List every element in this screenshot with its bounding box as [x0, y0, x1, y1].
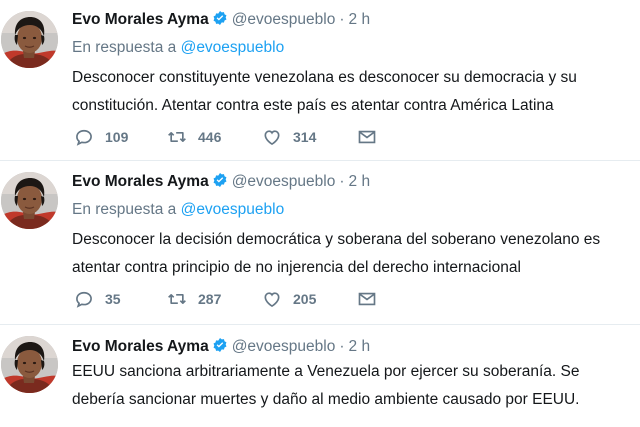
tweet[interactable]: Evo Morales Ayma @evoespueblo · 2 h EEUU sa… — [0, 324, 640, 427]
tweet-text-line: debería sancionar muertes y daño al medi… — [72, 391, 580, 408]
tweet-timestamp[interactable]: 2 h — [349, 173, 371, 190]
tweet-content: Evo Morales Ayma @evoespueblo · 2 h En resp… — [72, 171, 636, 282]
reply-context: En respuesta a @evoespueblo — [72, 37, 636, 59]
avatar[interactable] — [1, 336, 58, 393]
direct-message-button[interactable] — [357, 287, 388, 311]
direct-message-icon — [358, 292, 376, 306]
tweet-text-line: Desconocer constituyente venezolana es d… — [72, 69, 577, 86]
tweet-text-line: constitución. Atentar contra este país e… — [72, 97, 554, 114]
reply-count: 109 — [105, 129, 129, 145]
retweet-icon — [168, 294, 186, 304]
direct-message-icon — [358, 130, 376, 144]
tweet-timestamp[interactable]: 2 h — [349, 338, 371, 355]
separator-dot: · — [339, 173, 345, 190]
like-count: 205 — [293, 291, 317, 307]
tweet-text-line: EEUU sanciona arbitrariamente a Venezuel… — [72, 363, 580, 380]
tweet-header: Evo Morales Ayma @evoespueblo · 2 h — [72, 9, 636, 31]
author-name[interactable]: Evo Morales Ayma — [72, 173, 209, 190]
separator-dot: · — [339, 11, 345, 28]
tweet-text: Desconocer la decisión democrática y sob… — [72, 226, 636, 282]
tweet-timeline: Evo Morales Ayma @evoespueblo · 2 h En resp… — [0, 0, 640, 427]
reply-context: En respuesta a @evoespueblo — [72, 199, 636, 221]
author-handle[interactable]: @evoespueblo — [232, 173, 336, 190]
retweet-count: 287 — [198, 291, 222, 307]
like-count: 314 — [293, 129, 317, 145]
avatar[interactable] — [1, 11, 58, 68]
tweet-actions: 35 287 205 — [72, 287, 402, 311]
retweet-button[interactable]: 287 — [167, 287, 221, 311]
tweet[interactable]: Evo Morales Ayma @evoespueblo · 2 h En resp… — [0, 160, 640, 324]
tweet-text: EEUU sanciona arbitrariamente a Venezuel… — [72, 358, 636, 414]
tweet-text: Desconocer constituyente venezolana es d… — [72, 64, 636, 120]
author-name[interactable]: Evo Morales Ayma — [72, 11, 209, 28]
tweet-text-line: Desconocer la decisión democrática y sob… — [72, 231, 601, 248]
reply-count: 35 — [105, 291, 121, 307]
tweet-header: Evo Morales Ayma @evoespueblo · 2 h — [72, 171, 636, 193]
tweet-content: Evo Morales Ayma @evoespueblo · 2 h En resp… — [72, 9, 636, 120]
retweet-button[interactable]: 446 — [167, 125, 221, 149]
reply-button[interactable]: 109 — [74, 125, 128, 149]
like-icon — [264, 130, 280, 146]
tweet-header: Evo Morales Ayma @evoespueblo · 2 h — [72, 336, 636, 358]
author-name[interactable]: Evo Morales Ayma — [72, 338, 209, 355]
reply-prefix: En respuesta a — [72, 201, 177, 218]
tweet-actions: 109 446 314 — [72, 125, 402, 149]
like-button[interactable]: 205 — [262, 287, 316, 311]
verified-badge-icon — [212, 172, 228, 188]
retweet-icon — [168, 132, 186, 142]
tweet-content: Evo Morales Ayma @evoespueblo · 2 h EEUU sa… — [72, 336, 636, 414]
reply-to-link[interactable]: @evoespueblo — [181, 201, 285, 218]
reply-button[interactable]: 35 — [74, 287, 121, 311]
tweet-timestamp[interactable]: 2 h — [349, 11, 371, 28]
author-handle[interactable]: @evoespueblo — [232, 338, 336, 355]
verified-badge-icon — [212, 337, 228, 353]
like-button[interactable]: 314 — [262, 125, 316, 149]
reply-prefix: En respuesta a — [72, 39, 177, 56]
tweet-text-line: atentar contra principio de no injerenci… — [72, 259, 521, 276]
retweet-count: 446 — [198, 129, 222, 145]
avatar[interactable] — [1, 172, 58, 229]
reply-to-link[interactable]: @evoespueblo — [181, 39, 285, 56]
tweet[interactable]: Evo Morales Ayma @evoespueblo · 2 h En resp… — [0, 0, 640, 160]
author-handle[interactable]: @evoespueblo — [232, 11, 336, 28]
direct-message-button[interactable] — [357, 125, 388, 149]
verified-badge-icon — [212, 10, 228, 26]
separator-dot: · — [339, 338, 345, 355]
like-icon — [264, 292, 280, 308]
reply-icon — [76, 129, 92, 146]
reply-icon — [76, 291, 92, 308]
